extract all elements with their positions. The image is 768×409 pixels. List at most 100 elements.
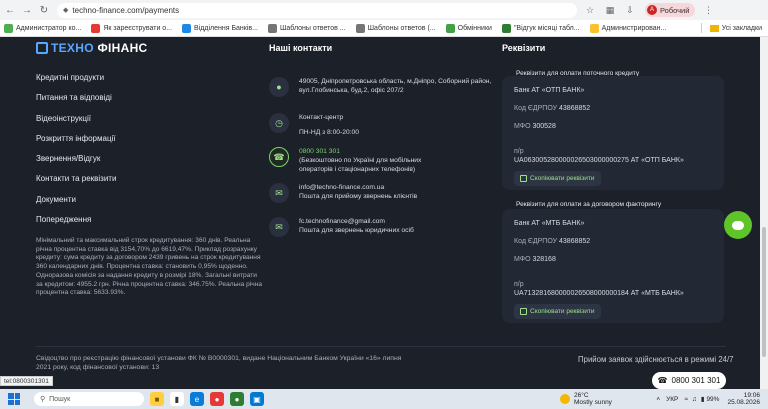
contact-email: ✉ info@techno-finance.com.ua Пошта для п… [269, 183, 417, 203]
taskbar-search[interactable]: ⚲ Пошук [34, 392, 144, 406]
menu-item-documents[interactable]: Документи [36, 195, 246, 215]
copy-requisites-button[interactable]: Скопіювати реквізити [514, 171, 601, 186]
divider [700, 23, 702, 33]
phone-note: (Безкоштовно по Україні для мобільних оп… [299, 157, 422, 173]
copy-icon [520, 175, 527, 182]
sun-icon [560, 394, 570, 404]
bookmark-icon [4, 23, 13, 33]
bookmark-item[interactable]: Шаблоны ответов ... [267, 23, 346, 33]
bookmark-item[interactable]: Обмінники [445, 23, 492, 33]
all-bookmarks-button[interactable]: Усі закладки [700, 23, 762, 33]
url-text: techno-finance.com/payments [72, 5, 180, 15]
bookmark-item[interactable]: "Відгук місяці табл... [501, 23, 580, 33]
page-scrollbar[interactable] [760, 37, 768, 389]
chat-icon [732, 220, 744, 230]
address-text: 49005, Дніпропетровська область, м.Дніпр… [299, 78, 492, 94]
chrome-icon[interactable]: ● [210, 392, 224, 406]
email-link[interactable]: info@techno-finance.com.ua [299, 183, 417, 192]
work-hours: ПН-НД з 8:00-20:00 [299, 129, 359, 136]
bookmark-icon [355, 23, 365, 33]
taskbar: ⚲ Пошук ■ ▮ e ● ● ▣ 26°C Mostly sunny ˄ … [0, 389, 768, 409]
avatar: А [647, 5, 657, 15]
requisites-card-factoring: Банк АТ «МТБ БАНК» Код ЄДРПОУ 43868852 М… [502, 209, 724, 323]
phone-link[interactable]: 0800 301 301 [299, 147, 449, 156]
menu-item-warning[interactable]: Попередження [36, 215, 246, 235]
logo-icon [36, 42, 48, 54]
requisites-title: Реквізити [502, 43, 546, 53]
site-info-icon[interactable]: ◆ [63, 6, 68, 14]
address-bar[interactable]: ◆ techno-finance.com/payments [57, 2, 577, 18]
bookmark-icon [182, 23, 192, 33]
file-explorer-icon[interactable]: ■ [150, 392, 164, 406]
bookmark-icon [501, 23, 511, 33]
menu-item-contacts[interactable]: Контакти та реквізити [36, 174, 246, 194]
reload-icon[interactable]: ↻ [37, 3, 51, 17]
star-icon[interactable]: ☆ [583, 3, 597, 17]
footer-menu: Кредитні продукти Питання та відповіді В… [36, 73, 246, 235]
forward-icon[interactable]: → [20, 3, 34, 17]
bookmark-icon [91, 23, 101, 33]
menu-item-feedback[interactable]: Звернення/Відгук [36, 154, 246, 174]
contacts-title: Наші контакти [269, 43, 333, 53]
menu-item-faq[interactable]: Питання та відповіді [36, 93, 246, 113]
mfo: 328168 [532, 256, 556, 263]
weather-widget[interactable]: 26°C Mostly sunny [560, 392, 612, 406]
logo[interactable]: ТЕХНО ФІНАНС [36, 41, 148, 55]
bookmarks-bar: Администратор ко... Як зареєструвати о..… [0, 20, 768, 37]
mfo: 300528 [532, 123, 556, 130]
volume-icon[interactable]: ♫ [692, 396, 697, 403]
copy-icon [520, 308, 527, 315]
bookmark-item[interactable]: Як зареєструвати о... [91, 23, 172, 33]
mail-icon: ✉ [269, 183, 289, 203]
chrome-profile-icon[interactable]: ● [230, 392, 244, 406]
bookmark-item[interactable]: Администрирован... [589, 23, 666, 33]
contact-email-legal: ✉ fc.technofinance@gmail.com Пошта для з… [269, 217, 414, 237]
bookmark-item[interactable]: Администратор ко... [4, 23, 81, 33]
card2-label: Реквізити для оплати за договором фактор… [516, 201, 662, 208]
edrpou: 43868852 [559, 238, 591, 245]
edge-icon[interactable]: e [190, 392, 204, 406]
email-note: Пошта для прийому звернень клієнтів [299, 193, 418, 200]
store-icon[interactable]: ▣ [250, 392, 264, 406]
bookmark-icon [445, 23, 455, 33]
call-button[interactable]: ☎ 0800 301 301 [652, 372, 726, 389]
page-footer: ТЕХНО ФІНАНС Кредитні продукти Питання т… [0, 37, 768, 389]
chat-button[interactable] [724, 211, 752, 239]
bookmark-icon [589, 23, 599, 33]
mail-icon: ✉ [269, 217, 289, 237]
email2-link[interactable]: fc.technofinance@gmail.com [299, 217, 414, 226]
bookmark-item[interactable]: Шаблоны ответов (... [355, 23, 436, 33]
profile-button[interactable]: А Робочий [645, 3, 696, 17]
windows-start-icon[interactable] [8, 393, 20, 405]
menu-icon[interactable]: ⋮ [701, 3, 715, 17]
back-icon[interactable]: ← [3, 3, 17, 17]
menu-item-video[interactable]: Відеоінструкції [36, 114, 246, 134]
center-title: Контакт-центр [299, 114, 344, 121]
divider [36, 346, 726, 347]
phone-icon: ☎ [269, 147, 289, 167]
task-view-icon[interactable]: ▮ [170, 392, 184, 406]
system-tray: ˄ УКР ≈ ♫ ▮ 99% 19:06 25.08.2026 [656, 392, 760, 407]
copy-requisites-button[interactable]: Скопіювати реквізити [514, 304, 601, 319]
clock[interactable]: 19:06 25.08.2026 [727, 392, 760, 407]
email2-note: Пошта для звернень юридичних осіб [299, 227, 414, 234]
menu-item-credit-products[interactable]: Кредитні продукти [36, 73, 246, 93]
wifi-icon[interactable]: ≈ [684, 396, 688, 403]
language-indicator[interactable]: УКР [666, 396, 678, 403]
scrollbar-thumb[interactable] [762, 227, 766, 357]
battery-icon[interactable]: ▮ [701, 395, 705, 403]
extensions-icon[interactable]: ▦ [603, 3, 617, 17]
menu-item-disclosure[interactable]: Розкриття інформації [36, 134, 246, 154]
battery-percent: 99% [706, 395, 720, 403]
application-hours: Прийом заявок здійснюється в режимі 24/7 [578, 355, 734, 364]
downloads-icon[interactable]: ⇩ [623, 3, 637, 17]
bank-name: Банк АТ «ОТП БАНК» [514, 87, 585, 94]
credit-disclaimer: Мінімальний та максимальний строк кредит… [36, 237, 263, 297]
bank-name: Банк АТ «МТБ БАНК» [514, 220, 585, 227]
tray-chevron-icon[interactable]: ˄ [656, 396, 660, 403]
clock-icon: ◷ [269, 113, 289, 133]
contact-center: ◷ Контакт-центр ПН-НД з 8:00-20:00 [269, 113, 359, 137]
edrpou: 43868852 [559, 105, 591, 112]
bookmark-item[interactable]: Відділення Банків... [182, 23, 258, 33]
link-status-tooltip: tel:0800301301 [0, 376, 53, 386]
